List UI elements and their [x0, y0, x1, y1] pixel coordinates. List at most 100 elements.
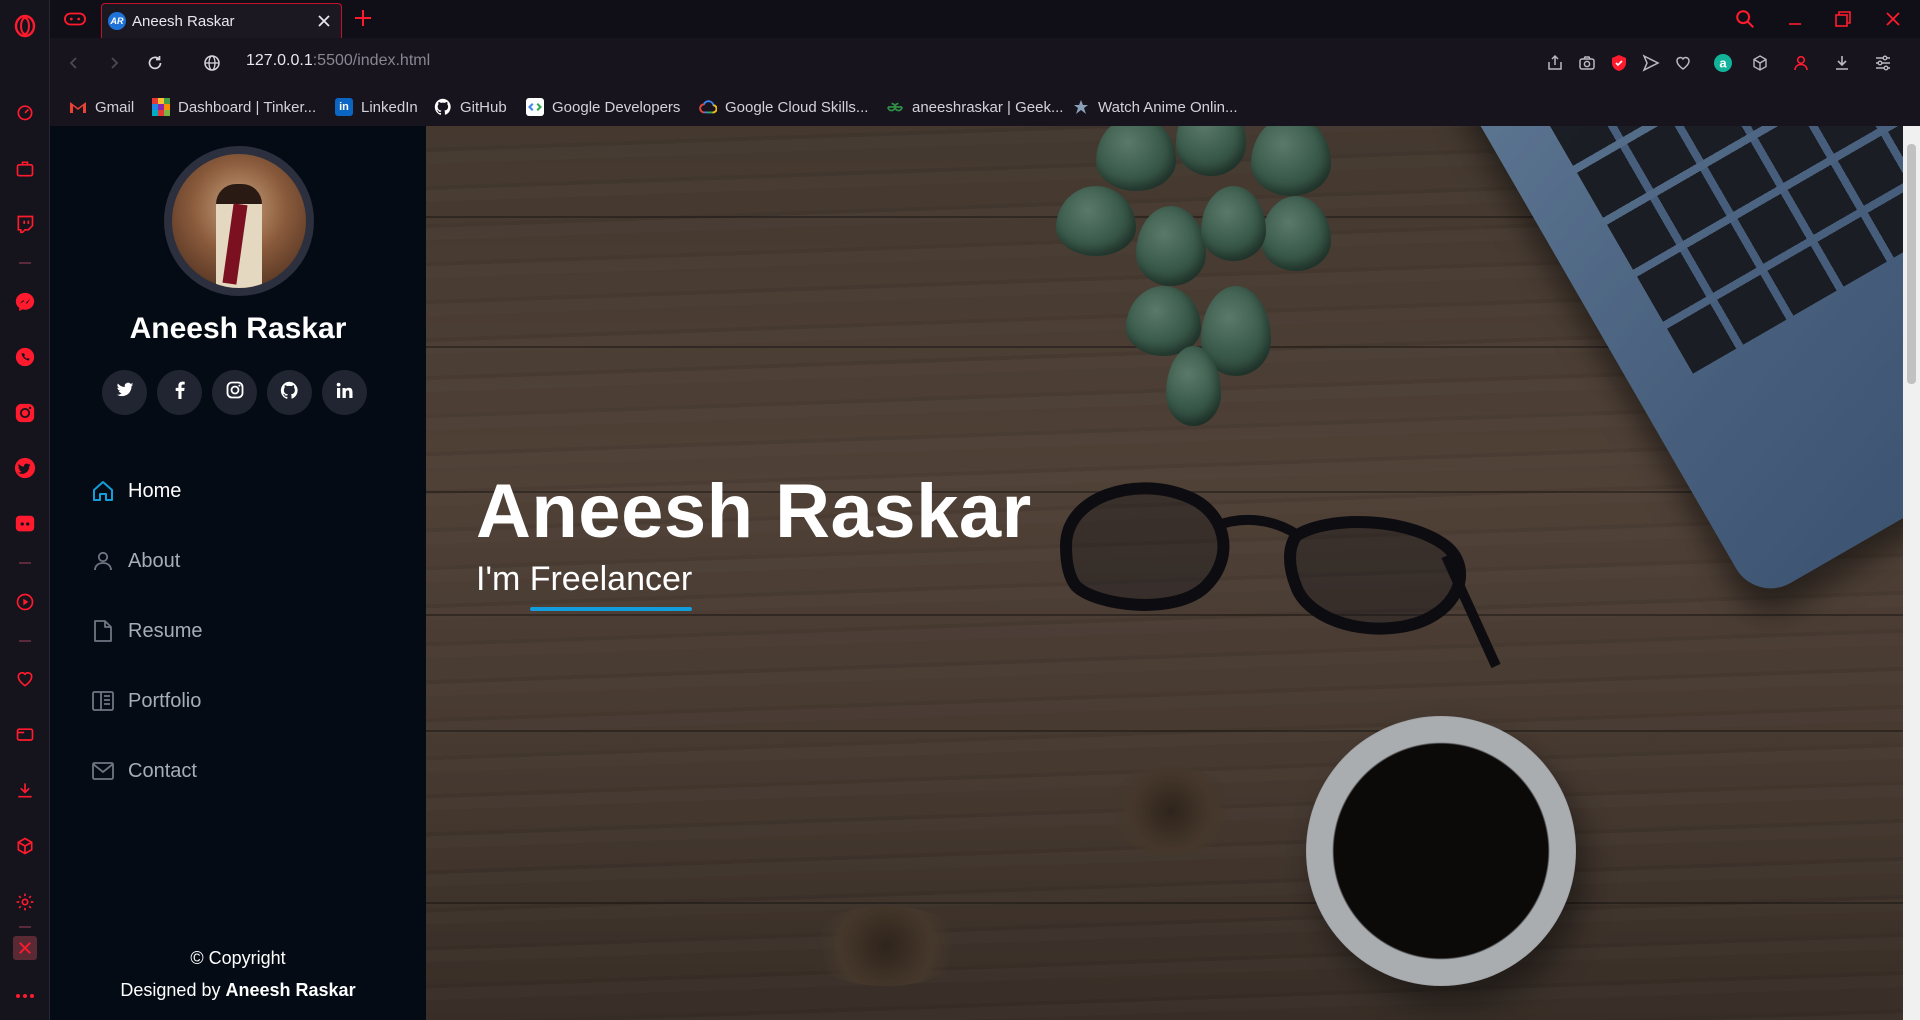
envelope-icon	[90, 758, 116, 784]
twitter-icon[interactable]	[13, 456, 37, 480]
pinned-app-icon[interactable]	[13, 936, 37, 960]
bookmark-label: GitHub	[460, 98, 507, 116]
rail-separator	[19, 562, 31, 564]
url-field[interactable]: 127.0.0.1:5500/index.html	[246, 52, 430, 70]
minimize-window-icon[interactable]	[1782, 6, 1808, 32]
github-link[interactable]	[267, 370, 312, 415]
social-links	[102, 370, 367, 415]
portfolio-sidebar: Aneesh Raskar Home About Resume Portfoli…	[50, 126, 426, 1020]
extensions-box-icon[interactable]	[1748, 51, 1772, 75]
more-options-icon[interactable]	[13, 984, 37, 1008]
linkedin-link[interactable]	[322, 370, 367, 415]
github-icon	[280, 381, 299, 405]
twitch-icon[interactable]	[13, 212, 37, 236]
discord-icon[interactable]	[13, 512, 37, 536]
bookmark-watch-anime[interactable]: Watch Anime Onlin...	[1072, 88, 1238, 126]
home-icon	[90, 478, 116, 504]
opera-logo-icon[interactable]	[13, 14, 37, 38]
close-tab-icon[interactable]	[315, 12, 333, 30]
search-tabs-icon[interactable]	[1732, 6, 1758, 32]
nav-label: About	[128, 549, 181, 572]
restore-window-icon[interactable]	[1830, 6, 1856, 32]
easy-setup-sliders-icon[interactable]	[1871, 51, 1895, 75]
briefcase-icon[interactable]	[13, 157, 37, 181]
back-arrow-icon[interactable]	[62, 51, 86, 75]
rail-separator	[19, 640, 31, 642]
messenger-icon[interactable]	[13, 290, 37, 314]
send-flow-icon[interactable]	[1639, 51, 1663, 75]
bookmark-label: Dashboard | Tinker...	[178, 98, 317, 116]
new-tab-plus-icon[interactable]	[352, 7, 374, 29]
page-scrollbar[interactable]	[1903, 126, 1920, 1020]
linkedin-icon	[336, 382, 353, 404]
tabs-icon[interactable]	[13, 723, 37, 747]
bookmark-tinkercad[interactable]: Dashboard | Tinker...	[152, 88, 316, 126]
gmail-icon	[69, 98, 87, 116]
nav-menu: Home About Resume Portfolio Contact	[90, 456, 390, 806]
hero-typed-text: Freelancer	[529, 560, 693, 611]
bookmark-gmail[interactable]: Gmail	[69, 88, 134, 126]
bookmark-geeksforgeeks[interactable]: aneeshraskar | Geek...	[886, 88, 1063, 126]
downloads-icon[interactable]	[13, 778, 37, 802]
snapshot-camera-icon[interactable]	[1575, 51, 1599, 75]
bookmark-google-cloud-skills[interactable]: Google Cloud Skills...	[699, 88, 868, 126]
google-cloud-icon	[699, 98, 717, 116]
instagram-icon[interactable]	[13, 401, 37, 425]
download-icon[interactable]	[1830, 51, 1854, 75]
svg-text:a: a	[1719, 56, 1727, 71]
reload-icon[interactable]	[143, 51, 167, 75]
url-host: 127.0.0.1	[246, 52, 313, 69]
opera-sidebar	[0, 0, 50, 1020]
linkedin-icon: in	[335, 98, 353, 116]
tinkercad-icon	[152, 98, 170, 116]
bookmark-google-developers[interactable]: Google Developers	[526, 88, 680, 126]
instagram-link[interactable]	[212, 370, 257, 415]
bookmarks-bar: Gmail Dashboard | Tinker... in LinkedIn …	[50, 88, 1920, 126]
tab-aneesh-raskar[interactable]: AR Aneesh Raskar	[101, 3, 342, 38]
forward-arrow-icon[interactable]	[102, 51, 126, 75]
settings-gear-icon[interactable]	[13, 890, 37, 914]
facebook-link[interactable]	[157, 370, 202, 415]
nav-item-resume[interactable]: Resume	[90, 596, 390, 666]
sidebar-footer: © Copyright Designed by Aneesh Raskar	[50, 942, 426, 1006]
share-icon[interactable]	[1543, 51, 1567, 75]
nav-label: Resume	[128, 619, 203, 642]
geeksforgeeks-icon	[886, 98, 904, 116]
hero-section: Aneesh Raskar I'm Freelancer	[426, 126, 1903, 1020]
bookmark-label: Google Cloud Skills...	[725, 98, 869, 116]
nav-label: Contact	[128, 759, 197, 782]
speed-dial-icon[interactable]	[13, 100, 37, 124]
ad-blocker-shield-icon[interactable]	[1607, 51, 1631, 75]
github-icon	[434, 98, 452, 116]
player-icon[interactable]	[13, 590, 37, 614]
scrollbar-thumb[interactable]	[1907, 144, 1916, 384]
bookmark-label: Gmail	[95, 98, 135, 116]
twitter-icon	[116, 382, 134, 403]
nav-item-about[interactable]: About	[90, 526, 390, 596]
profile-icon[interactable]	[1789, 51, 1813, 75]
copyright-text: © Copyright	[190, 948, 286, 968]
bookmark-linkedin[interactable]: in LinkedIn	[335, 88, 418, 126]
twitter-link[interactable]	[102, 370, 147, 415]
anime-site-icon	[1072, 98, 1090, 116]
person-icon	[90, 548, 116, 574]
credits-prefix: Designed by	[120, 980, 221, 1000]
whatsapp-icon[interactable]	[13, 345, 37, 369]
google-developers-icon	[526, 98, 544, 116]
tab-strip: AR Aneesh Raskar	[50, 0, 1920, 38]
gx-control-icon[interactable]	[62, 6, 88, 32]
hero-prefix: I'm	[476, 560, 521, 598]
instagram-icon	[226, 381, 244, 404]
bookmark-github[interactable]: GitHub	[434, 88, 507, 126]
rail-separator	[19, 262, 31, 264]
extensions-cube-icon[interactable]	[13, 834, 37, 858]
profile-name[interactable]: Aneesh Raskar	[50, 312, 426, 346]
extension-a-icon[interactable]: a	[1711, 51, 1735, 75]
nav-item-contact[interactable]: Contact	[90, 736, 390, 806]
heart-icon[interactable]	[13, 667, 37, 691]
nav-item-home[interactable]: Home	[90, 456, 390, 526]
site-info-globe-icon[interactable]	[200, 51, 224, 75]
nav-item-portfolio[interactable]: Portfolio	[90, 666, 390, 736]
bookmark-heart-icon[interactable]	[1671, 51, 1695, 75]
close-window-icon[interactable]	[1880, 6, 1906, 32]
